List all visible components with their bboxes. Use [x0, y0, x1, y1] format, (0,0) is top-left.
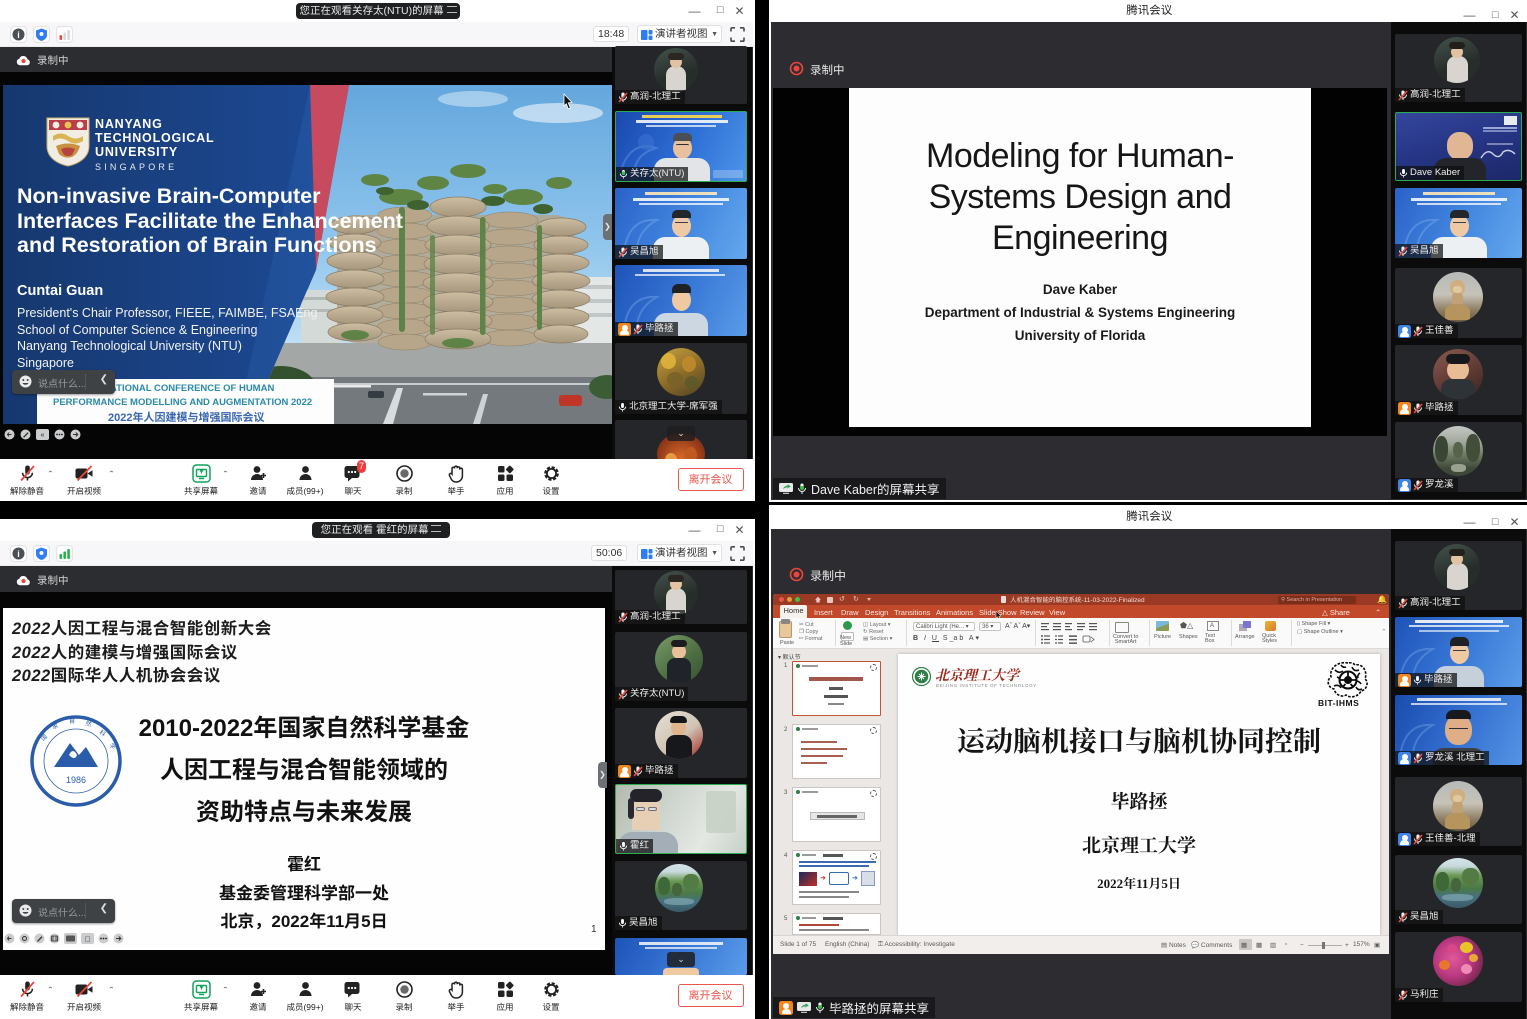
svg-text:i: i: [17, 30, 20, 40]
svg-text:□: □: [85, 935, 90, 944]
svg-text:i: i: [17, 549, 20, 559]
svg-text:«: «: [41, 432, 45, 439]
